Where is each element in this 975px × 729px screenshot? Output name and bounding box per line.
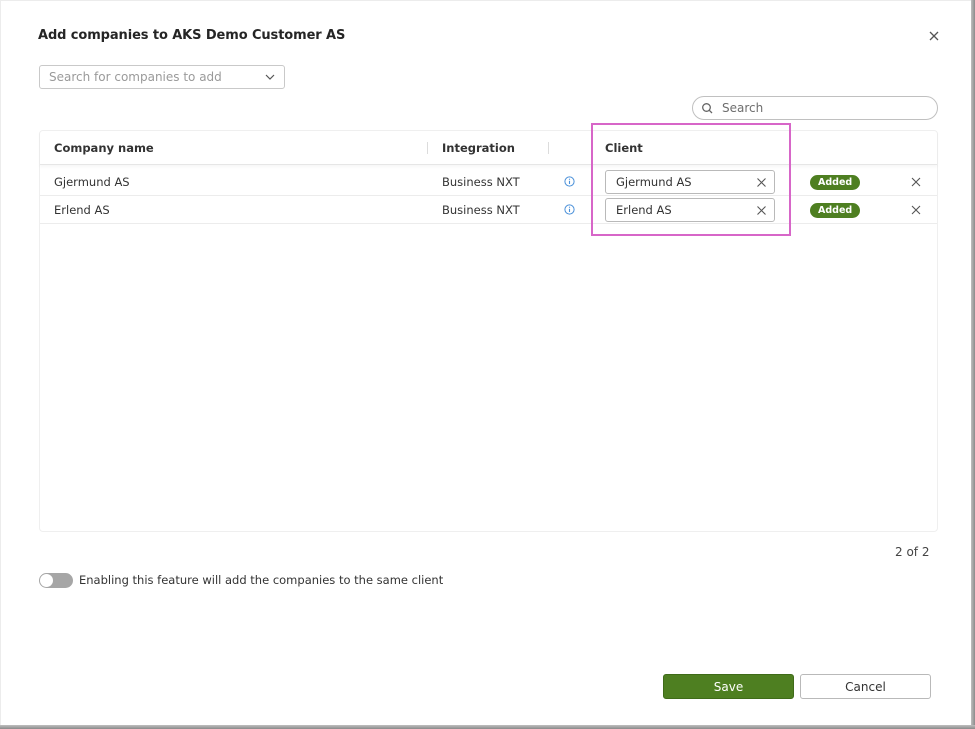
window-shadow-right xyxy=(971,0,975,729)
chevron-down-icon xyxy=(265,74,275,80)
window-shadow-bottom xyxy=(0,725,975,729)
column-header-client[interactable]: Client xyxy=(605,141,643,155)
remove-row-icon[interactable] xyxy=(910,204,922,216)
dialog-border-top xyxy=(0,0,971,1)
search-icon xyxy=(702,103,713,114)
column-header-integration[interactable]: Integration xyxy=(442,141,515,155)
company-name-cell: Gjermund AS xyxy=(54,175,130,189)
clear-client-icon[interactable] xyxy=(756,177,767,188)
pagination-count: 2 of 2 xyxy=(895,545,930,559)
client-field[interactable]: Gjermund AS xyxy=(605,170,775,194)
same-client-toggle-label: Enabling this feature will add the compa… xyxy=(79,573,444,587)
same-client-toggle[interactable] xyxy=(39,573,73,588)
client-value: Gjermund AS xyxy=(616,175,692,189)
toggle-knob xyxy=(40,574,53,587)
table-row: Erlend AS Business NXT Erlend AS Added xyxy=(40,196,937,224)
close-icon[interactable] xyxy=(926,28,942,44)
company-search-select[interactable]: Search for companies to add xyxy=(39,65,285,89)
column-separator[interactable] xyxy=(427,142,428,154)
integration-cell: Business NXT xyxy=(442,175,520,189)
search-input[interactable] xyxy=(722,101,922,115)
column-separator[interactable] xyxy=(548,142,549,154)
clear-client-icon[interactable] xyxy=(756,205,767,216)
status-badge: Added xyxy=(810,175,861,190)
company-name-cell: Erlend AS xyxy=(54,203,110,217)
cancel-button[interactable]: Cancel xyxy=(800,674,931,699)
companies-table: Company name Integration Client Gjermund… xyxy=(39,130,938,532)
integration-cell: Business NXT xyxy=(442,203,520,217)
dialog-border-left xyxy=(0,0,1,725)
status-badge: Added xyxy=(810,203,861,218)
table-search-box[interactable] xyxy=(692,96,938,120)
remove-row-icon[interactable] xyxy=(910,176,922,188)
save-button[interactable]: Save xyxy=(663,674,794,699)
table-header: Company name Integration Client xyxy=(40,131,937,165)
info-icon[interactable] xyxy=(564,204,575,215)
client-value: Erlend AS xyxy=(616,203,672,217)
client-field[interactable]: Erlend AS xyxy=(605,198,775,222)
dialog-title: Add companies to AKS Demo Customer AS xyxy=(38,28,346,43)
table-row: Gjermund AS Business NXT Gjermund AS Add… xyxy=(40,168,937,196)
company-search-placeholder: Search for companies to add xyxy=(49,70,222,84)
info-icon[interactable] xyxy=(564,176,575,187)
add-companies-dialog: Add companies to AKS Demo Customer AS Se… xyxy=(0,0,975,729)
column-header-company-name[interactable]: Company name xyxy=(54,141,154,155)
